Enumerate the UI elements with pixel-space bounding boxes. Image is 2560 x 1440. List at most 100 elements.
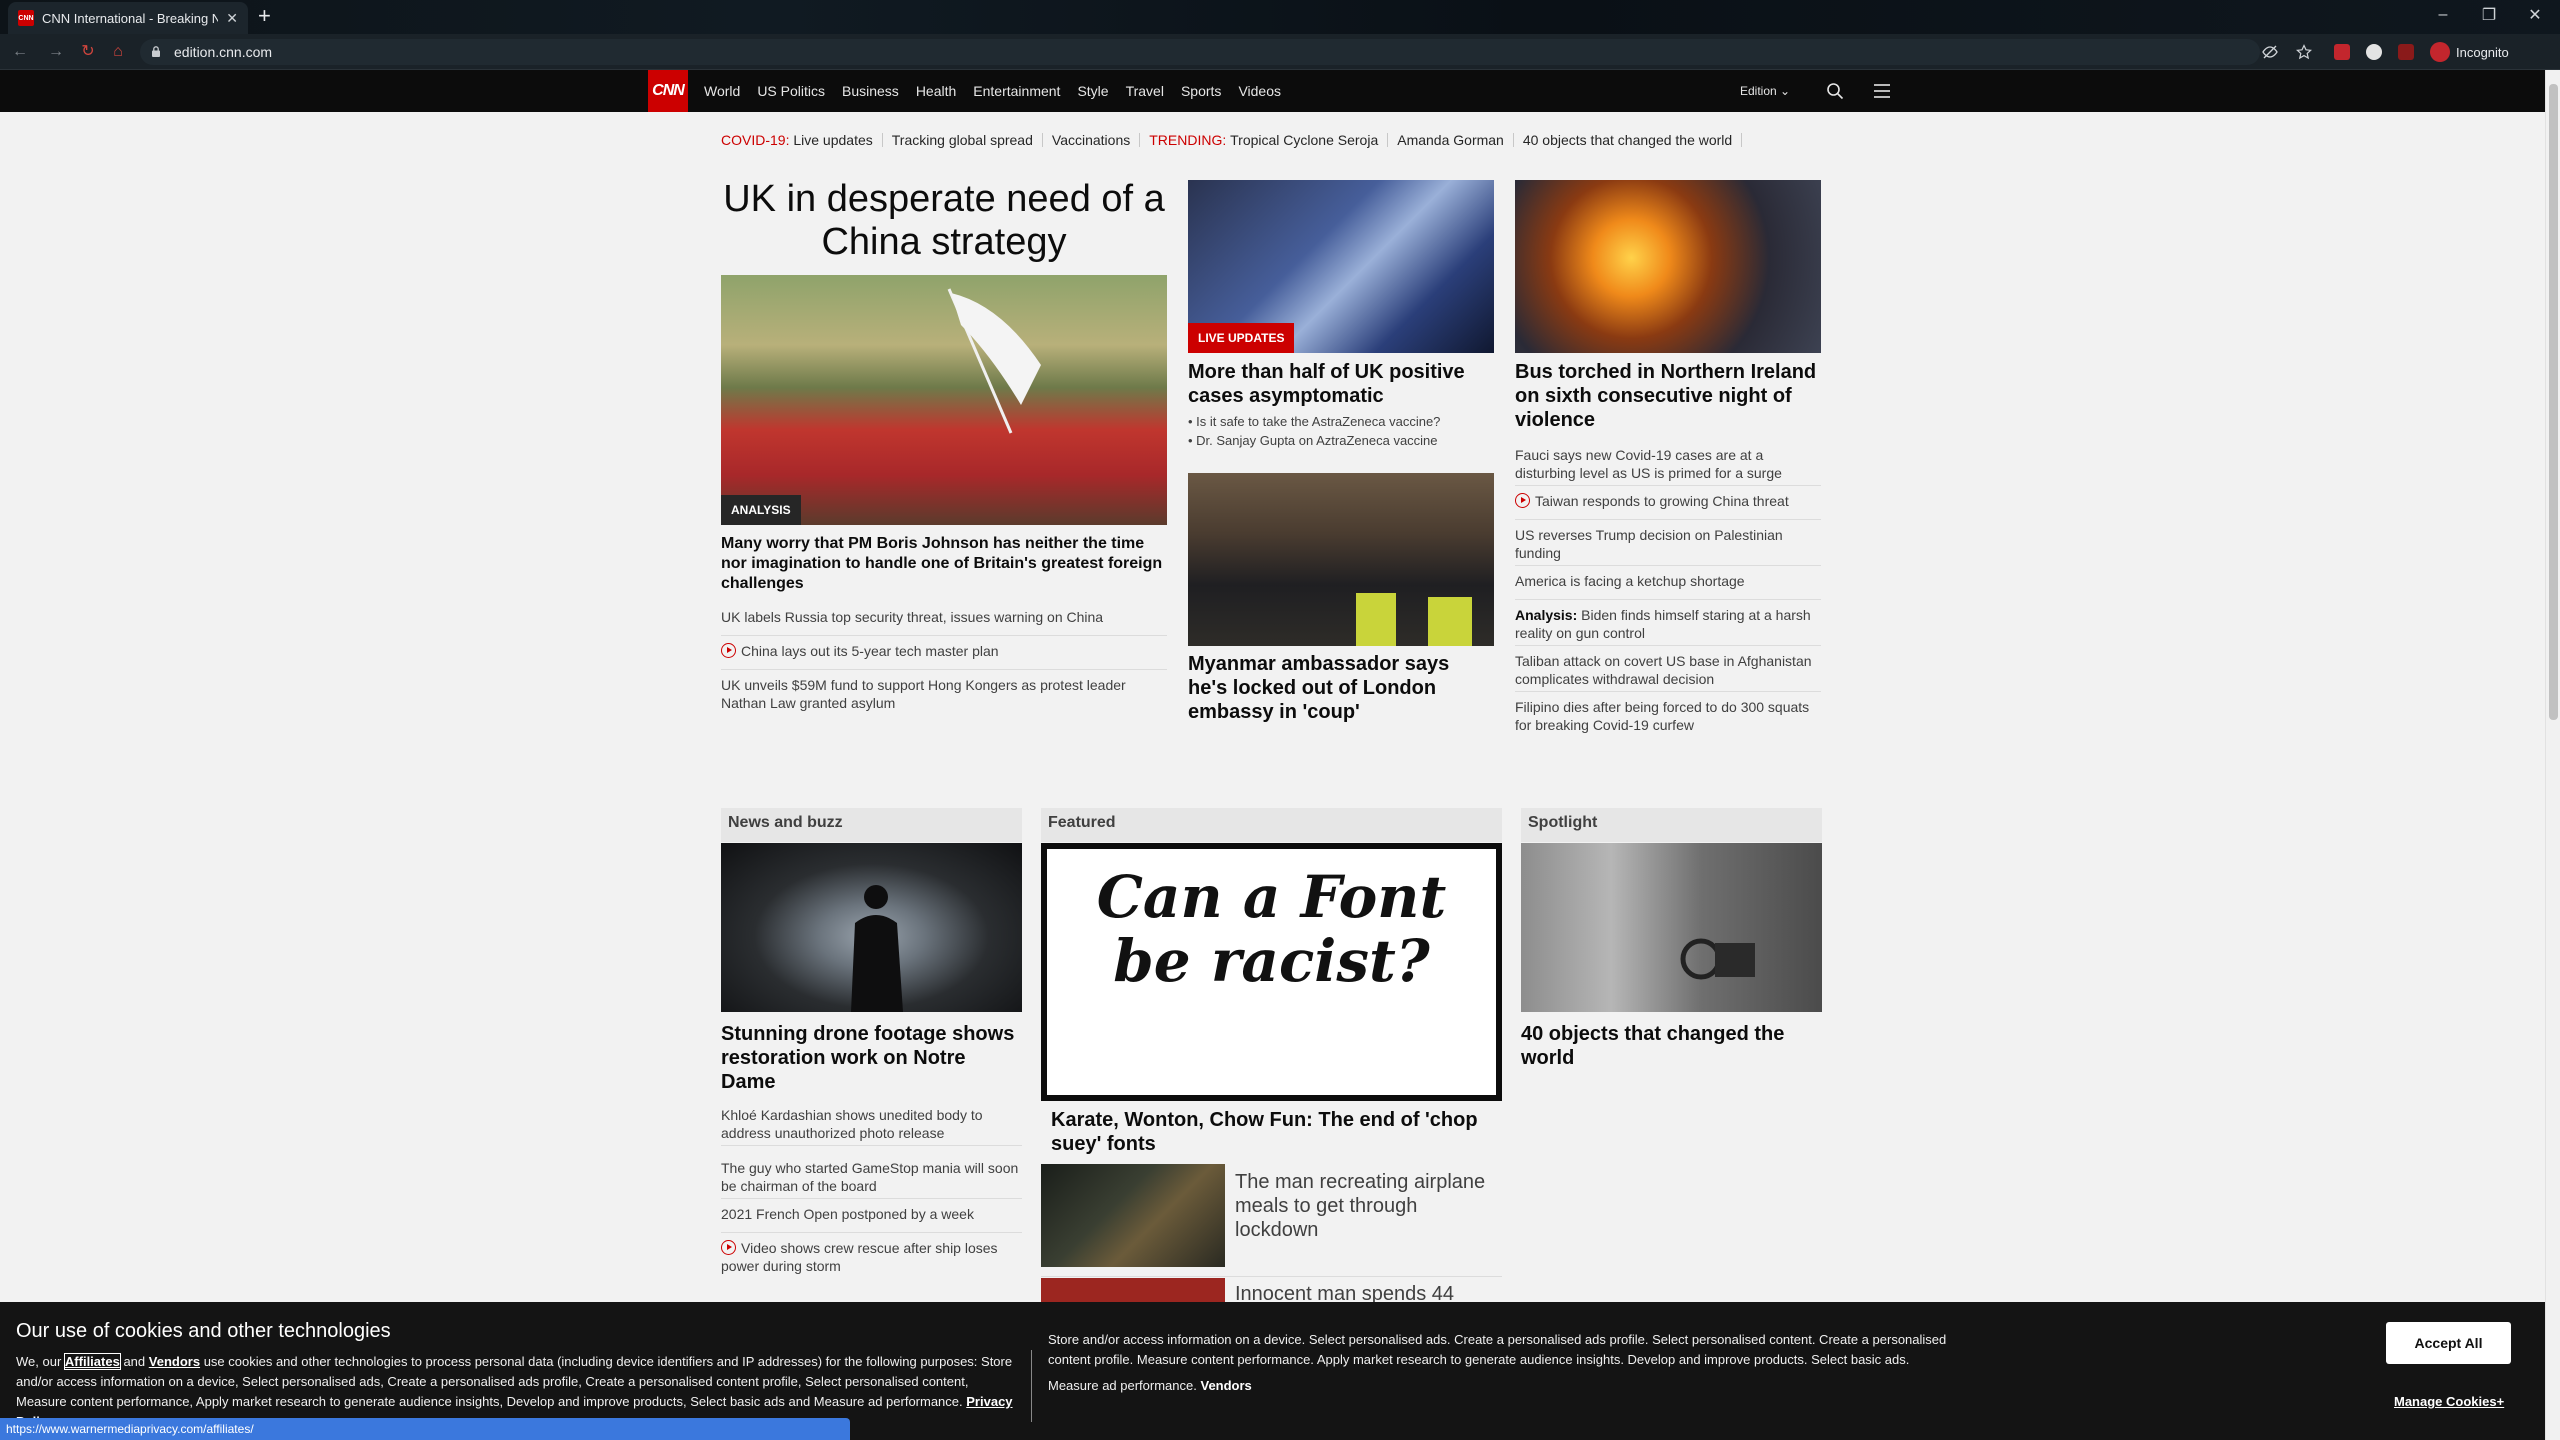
- notre-dame-image[interactable]: [721, 843, 1022, 1012]
- gun-control-link[interactable]: Analysis: Biden finds himself staring at…: [1515, 606, 1821, 642]
- reload-icon[interactable]: ↻: [78, 42, 98, 62]
- edition-label: Edition: [1740, 84, 1777, 98]
- trending-link-objects[interactable]: 40 objects that changed the world: [1523, 132, 1732, 148]
- palestinian-funding-link[interactable]: US reverses Trump decision on Palestinia…: [1515, 526, 1821, 562]
- separator: [1512, 133, 1514, 147]
- analysis-label: ANALYSIS: [721, 495, 801, 525]
- trending-link-gorman[interactable]: Amanda Gorman: [1397, 132, 1504, 148]
- accept-all-button[interactable]: Accept All: [2386, 1322, 2511, 1364]
- font-racist-image[interactable]: Can a Font be racist?: [1041, 843, 1502, 1101]
- main-story-headline[interactable]: Many worry that PM Boris Johnson has nei…: [721, 534, 1167, 594]
- divider: [1515, 519, 1821, 520]
- cnn-favicon-icon: CNN: [18, 10, 34, 26]
- main-link-russia[interactable]: UK labels Russia top security threat, is…: [721, 608, 1167, 626]
- taiwan-link[interactable]: Taiwan responds to growing China threat: [1515, 492, 1821, 510]
- bus-torched-headline[interactable]: Bus torched in Northern Ireland on sixth…: [1515, 360, 1821, 432]
- close-window-button[interactable]: ✕: [2512, 0, 2558, 30]
- main-link-hong-kong[interactable]: UK unveils $59M fund to support Hong Kon…: [721, 676, 1167, 712]
- affiliates-link[interactable]: Affiliates: [63, 1353, 121, 1370]
- tab-title: CNN International - Breaking News: [42, 10, 219, 26]
- incognito-indicator[interactable]: Incognito: [2430, 41, 2509, 63]
- main-link-china-plan[interactable]: China lays out its 5-year tech master pl…: [721, 642, 1167, 660]
- cnn-logo[interactable]: CNN: [648, 70, 688, 112]
- web-page: CNN World US Politics Business Health En…: [0, 70, 2545, 1440]
- restore-button[interactable]: ❐: [2466, 0, 2512, 30]
- kardashian-link[interactable]: Khloé Kardashian shows unedited body to …: [721, 1106, 1022, 1142]
- vaccine-image[interactable]: LIVE UPDATES: [1188, 180, 1494, 353]
- trending-link-tracking[interactable]: Tracking global spread: [892, 132, 1033, 148]
- star-icon[interactable]: [2296, 44, 2312, 60]
- main-story-image[interactable]: ANALYSIS: [721, 275, 1167, 525]
- spotlight-headline[interactable]: 40 objects that changed the world: [1521, 1022, 1822, 1070]
- extension-icon[interactable]: [2366, 44, 2382, 60]
- airplane-meals-image[interactable]: [1041, 1164, 1225, 1267]
- browser-toolbar: ← → ↻ ⌂ edition.cnn.com Incognito: [0, 34, 2560, 70]
- camera-graphic: [1680, 938, 1755, 980]
- airplane-meals-headline[interactable]: The man recreating airplane meals to get…: [1235, 1170, 1495, 1242]
- divider: [721, 669, 1167, 670]
- vendors-link[interactable]: Vendors: [149, 1354, 200, 1369]
- spotlight-heading: Spotlight: [1521, 808, 1822, 842]
- ship-rescue-link[interactable]: Video shows crew rescue after ship loses…: [721, 1239, 1022, 1275]
- flag-graphic: [947, 288, 1041, 434]
- cookie-text: Measure ad performance.: [1048, 1378, 1197, 1393]
- link-text: Video shows crew rescue after ship loses…: [721, 1240, 998, 1274]
- search-icon[interactable]: [1826, 82, 1844, 100]
- divider: [721, 1145, 1022, 1146]
- scrollbar-thumb[interactable]: [2549, 84, 2558, 720]
- cookie-purposes-text: Store and/or access information on a dev…: [1048, 1332, 1947, 1367]
- nav-link-entertainment[interactable]: Entertainment: [973, 83, 1060, 99]
- nav-link-us-politics[interactable]: US Politics: [757, 83, 825, 99]
- browser-tab[interactable]: CNN CNN International - Breaking News ✕: [8, 2, 248, 34]
- silhouette-graphic: [851, 885, 903, 1012]
- link-status-bar: https://www.warnermediaprivacy.com/affil…: [0, 1418, 850, 1440]
- divider: [1041, 1276, 1502, 1277]
- fauci-link[interactable]: Fauci says new Covid-19 cases are at a d…: [1515, 446, 1821, 482]
- bus-fire-image[interactable]: [1515, 180, 1821, 353]
- myanmar-ambassador-image[interactable]: [1188, 473, 1494, 646]
- nav-link-world[interactable]: World: [704, 83, 740, 99]
- ketchup-link[interactable]: America is facing a ketchup shortage: [1515, 572, 1821, 590]
- analysis-prefix: Analysis:: [1515, 607, 1578, 623]
- adblock-icon[interactable]: [2334, 44, 2350, 60]
- nav-link-business[interactable]: Business: [842, 83, 899, 99]
- trending-link-cyclone[interactable]: Tropical Cyclone Seroja: [1230, 132, 1378, 148]
- vendors-link-right[interactable]: Vendors: [1200, 1378, 1251, 1393]
- cookie-purposes: Store and/or access information on a dev…: [1048, 1330, 1948, 1396]
- forward-icon[interactable]: →: [46, 42, 66, 62]
- nav-link-style[interactable]: Style: [1077, 83, 1108, 99]
- minimize-button[interactable]: –: [2420, 0, 2466, 30]
- nav-link-videos[interactable]: Videos: [1238, 83, 1281, 99]
- trending-link-vaccinations[interactable]: Vaccinations: [1052, 132, 1130, 148]
- nav-link-health[interactable]: Health: [916, 83, 956, 99]
- page-scrollbar[interactable]: [2545, 70, 2560, 1440]
- main-story-banner[interactable]: UK in desperate need of a China strategy: [721, 178, 1167, 264]
- trending-bar: COVID-19: Live updates Tracking global s…: [721, 130, 1751, 150]
- astrazeneca-link[interactable]: • Is it safe to take the AstraZeneca vac…: [1188, 413, 1494, 431]
- cookie-text: We, our: [16, 1354, 62, 1369]
- home-icon[interactable]: ⌂: [108, 42, 128, 62]
- close-tab-icon[interactable]: ✕: [226, 10, 238, 27]
- manage-cookies-button[interactable]: Manage Cookies+: [2394, 1394, 2504, 1409]
- uk-asymptomatic-headline[interactable]: More than half of UK positive cases asym…: [1188, 360, 1494, 408]
- back-icon[interactable]: ←: [10, 42, 30, 62]
- hamburger-menu-icon[interactable]: [1873, 82, 1891, 100]
- extension-icon[interactable]: [2398, 44, 2414, 60]
- trending-link-live-updates[interactable]: Live updates: [793, 132, 872, 148]
- notre-dame-headline[interactable]: Stunning drone footage shows restoration…: [721, 1022, 1022, 1094]
- french-open-link[interactable]: 2021 French Open postponed by a week: [721, 1205, 1022, 1223]
- edition-dropdown[interactable]: Edition ⌄: [1740, 84, 1790, 98]
- divider: [721, 635, 1167, 636]
- address-bar[interactable]: edition.cnn.com: [140, 39, 2260, 65]
- sanjay-gupta-link[interactable]: • Dr. Sanjay Gupta on AztraZeneca vaccin…: [1188, 432, 1494, 450]
- new-tab-button[interactable]: +: [258, 5, 271, 27]
- gamestop-link[interactable]: The guy who started GameStop mania will …: [721, 1159, 1022, 1195]
- eye-slash-icon[interactable]: [2262, 44, 2278, 60]
- chop-suey-headline[interactable]: Karate, Wonton, Chow Fun: The end of 'ch…: [1051, 1108, 1491, 1156]
- spotlight-image[interactable]: [1521, 843, 1822, 1012]
- nav-link-travel[interactable]: Travel: [1126, 83, 1164, 99]
- taliban-link[interactable]: Taliban attack on covert US base in Afgh…: [1515, 652, 1821, 688]
- myanmar-headline[interactable]: Myanmar ambassador says he's locked out …: [1188, 652, 1494, 724]
- nav-link-sports[interactable]: Sports: [1181, 83, 1221, 99]
- filipino-link[interactable]: Filipino dies after being forced to do 3…: [1515, 698, 1821, 734]
